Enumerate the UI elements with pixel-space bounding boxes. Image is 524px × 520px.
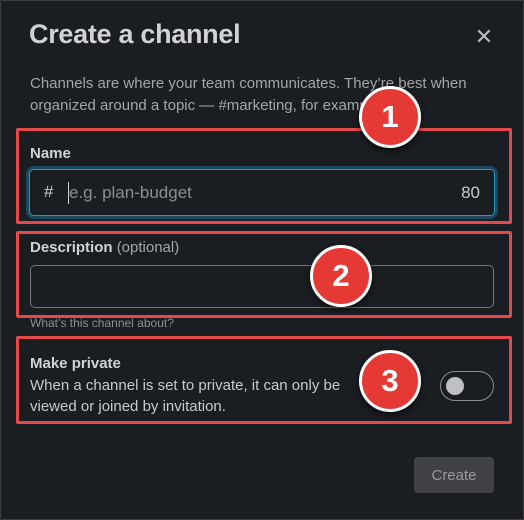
description-hint: What’s this channel about? — [30, 316, 174, 330]
create-button[interactable]: Create — [414, 457, 494, 493]
callout-box-description — [16, 231, 512, 318]
callout-badge-3: 3 — [359, 350, 421, 412]
close-icon[interactable]: ✕ — [469, 23, 499, 51]
callout-box-name — [16, 128, 512, 224]
modal-title: Create a channel — [29, 19, 241, 49]
callout-badge-2: 2 — [310, 245, 372, 307]
callout-badge-1: 1 — [359, 86, 421, 148]
callout-box-private — [16, 336, 512, 424]
